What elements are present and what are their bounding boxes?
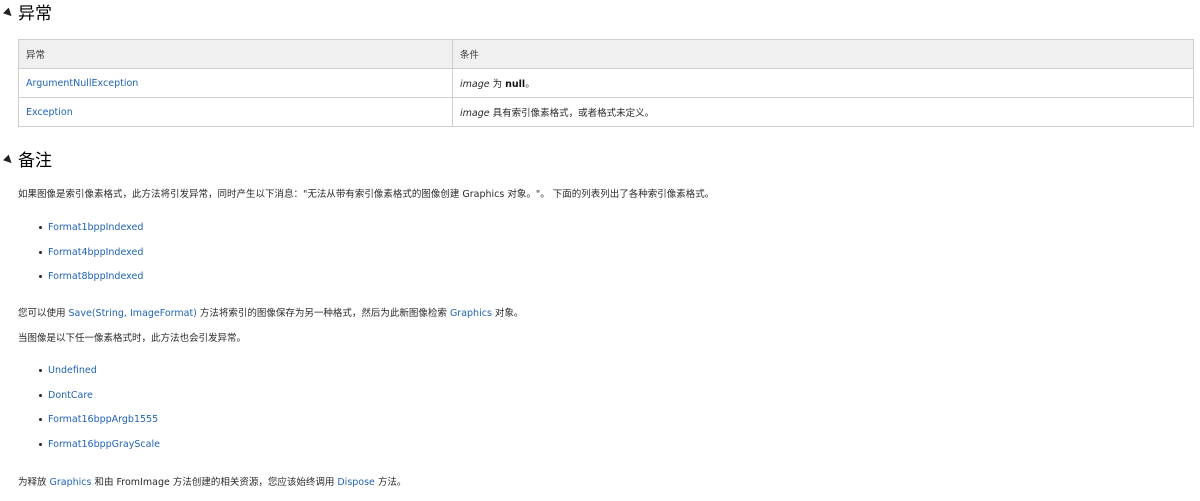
- list-item: Format1bppIndexed: [38, 221, 143, 246]
- list-item: DontCare: [39, 389, 160, 414]
- list-item: Format16bppArgb1555: [39, 413, 160, 438]
- format16bppargb1555-link[interactable]: Format16bppArgb1555: [48, 414, 158, 425]
- p4-text-mid: 和由 FromImage 方法创建的相关资源，您应该始终调用: [91, 477, 338, 488]
- condition-end: 。: [525, 79, 535, 90]
- format8bppindexed-link[interactable]: Format8bppIndexed: [48, 271, 143, 282]
- remarks-section-toggle[interactable]: 备注: [3, 150, 52, 172]
- condition-text: 具有索引像素格式，或者格式未定义。: [489, 108, 655, 119]
- exceptions-section-title: 异常: [18, 4, 52, 24]
- param-name: image: [460, 108, 490, 119]
- exceptions-section-toggle[interactable]: 异常: [3, 3, 52, 25]
- p2-text-pre: 您可以使用: [18, 308, 69, 319]
- list-item: Format8bppIndexed: [38, 270, 143, 295]
- list-item: Undefined: [39, 364, 160, 389]
- format4bppindexed-link[interactable]: Format4bppIndexed: [48, 247, 143, 258]
- remarks-paragraph-2: 您可以使用 Save(String, ImageFormat) 方法将索引的图像…: [18, 305, 523, 319]
- condition-cell: image 为 null。: [452, 68, 1194, 98]
- dispose-link[interactable]: Dispose: [337, 477, 375, 488]
- list-item: Format16bppGrayScale: [39, 438, 160, 463]
- graphics-link[interactable]: Graphics: [450, 308, 492, 319]
- exception-cell: ArgumentNullException: [18, 68, 453, 98]
- condition-cell: image 具有索引像素格式，或者格式未定义。: [452, 97, 1194, 127]
- p2-text-mid: 方法将索引的图像保存为另一种格式，然后为此新图像检索: [196, 308, 450, 319]
- remarks-section-title: 备注: [18, 151, 52, 171]
- table-row: ArgumentNullException image 为 null。: [18, 68, 1194, 98]
- remarks-paragraph-3: 当图像是以下任一像素格式时，此方法也会引发异常。: [18, 333, 247, 344]
- collapse-triangle-icon: [3, 7, 15, 19]
- format1bppindexed-link[interactable]: Format1bppIndexed: [48, 222, 143, 233]
- p2-text-post: 对象。: [491, 308, 524, 319]
- table-header-row: 异常 条件: [18, 39, 1194, 69]
- param-name: image: [460, 79, 490, 90]
- column-header-exception: 异常: [18, 39, 453, 69]
- undefined-link[interactable]: Undefined: [48, 365, 97, 376]
- exception-cell: Exception: [18, 97, 453, 127]
- p4-text-post: 方法。: [374, 477, 407, 488]
- save-method-link[interactable]: Save(String, ImageFormat): [69, 308, 197, 319]
- argumentnullexception-link[interactable]: ArgumentNullException: [26, 78, 138, 89]
- exception-link[interactable]: Exception: [26, 107, 73, 118]
- column-header-condition: 条件: [452, 39, 1194, 69]
- remarks-paragraph-1: 如果图像是索引像素格式，此方法将引发异常，同时产生以下消息："无法从带有索引像素…: [18, 189, 715, 200]
- table-row: Exception image 具有索引像素格式，或者格式未定义。: [18, 97, 1194, 127]
- dontcare-link[interactable]: DontCare: [48, 390, 93, 401]
- format16bppgrayscale-link[interactable]: Format16bppGrayScale: [48, 439, 160, 450]
- p4-text-pre: 为释放: [18, 477, 50, 488]
- remarks-paragraph-4: 为释放 Graphics 和由 FromImage 方法创建的相关资源，您应该始…: [18, 474, 406, 488]
- list-item: Format4bppIndexed: [38, 246, 143, 271]
- graphics-link[interactable]: Graphics: [50, 477, 92, 488]
- collapse-triangle-icon: [3, 154, 15, 166]
- condition-text: 为: [489, 79, 506, 90]
- pixel-format-list: Undefined DontCare Format16bppArgb1555 F…: [39, 364, 160, 463]
- indexed-format-list: Format1bppIndexed Format4bppIndexed Form…: [38, 221, 143, 295]
- null-keyword: null: [505, 79, 526, 90]
- exceptions-table: 异常 条件 ArgumentNullException image 为 null…: [18, 39, 1194, 127]
